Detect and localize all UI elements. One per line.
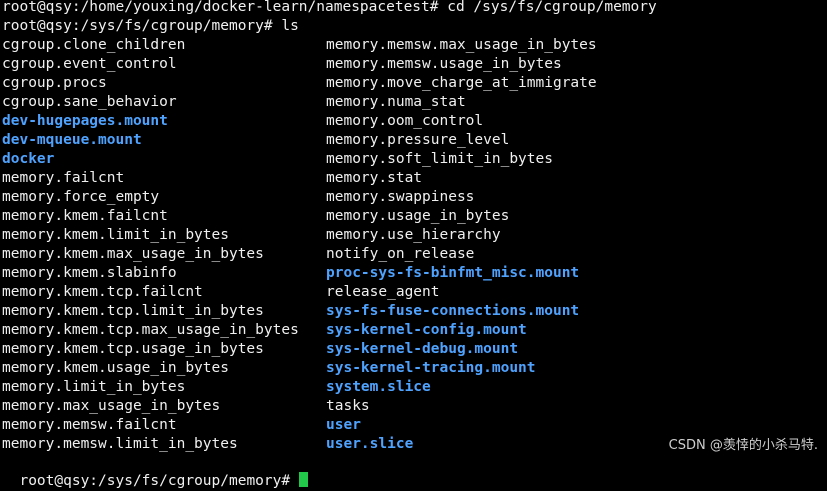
ls-entry-file: memory.memsw.limit_in_bytes [2,436,238,452]
command-line-cd: root@qsy:/home/youxing/docker-learn/name… [2,0,657,15]
ls-entry-file: cgroup.sane_behavior [2,94,177,110]
ls-listing: cgroup.clone_children memory.memsw.max_us… [2,36,827,454]
ls-entry-file: cgroup.clone_children [2,37,186,53]
ls-entry-file: memory.oom_control [326,113,484,129]
ls-entry-directory: docker [2,151,55,167]
ls-entry-directory: proc-sys-fs-binfmt_misc.mount [326,265,580,281]
ls-entry-directory: sys-kernel-config.mount [326,322,527,338]
terminal-output[interactable]: root@qsy:/home/youxing/docker-learn/name… [2,0,827,454]
ls-entry-file: memory.failcnt [2,170,125,186]
terminal-cursor [298,472,308,487]
ls-entry-file: notify_on_release [326,246,475,262]
ls-entry-directory: system.slice [326,379,431,395]
ls-entry-file: memory.kmem.usage_in_bytes [2,360,229,376]
ls-entry-file: release_agent [326,284,440,300]
csdn-watermark: CSDN @羡悻的小杀马特. [668,438,818,453]
command-line-ls: root@qsy:/sys/fs/cgroup/memory# ls [2,18,299,34]
ls-entry-file: cgroup.event_control [2,56,177,72]
ls-entry-directory: sys-fs-fuse-connections.mount [326,303,580,319]
current-prompt[interactable]: root@qsy:/sys/fs/cgroup/memory# [2,453,308,489]
ls-entry-file: memory.kmem.tcp.usage_in_bytes [2,341,264,357]
ls-entry-file: tasks [326,398,370,414]
ls-entry-file: memory.kmem.tcp.failcnt [2,284,203,300]
ls-entry-file: memory.stat [326,170,423,186]
ls-entry-file: memory.limit_in_bytes [2,379,186,395]
ls-entry-file: memory.kmem.tcp.limit_in_bytes [2,303,264,319]
ls-entry-file: memory.memsw.failcnt [2,417,177,433]
ls-entry-directory: dev-hugepages.mount [2,113,168,129]
ls-entry-directory: sys-kernel-debug.mount [326,341,519,357]
ls-entry-file: memory.swappiness [326,189,475,205]
ls-entry-file: memory.memsw.max_usage_in_bytes [326,37,597,53]
ls-entry-directory: dev-mqueue.mount [2,132,142,148]
ls-entry-file: cgroup.procs [2,75,107,91]
prompt-text: root@qsy:/sys/fs/cgroup/memory# [19,473,299,489]
ls-entry-file: memory.memsw.usage_in_bytes [326,56,562,72]
ls-entry-directory: user [326,417,361,433]
ls-entry-file: memory.max_usage_in_bytes [2,398,221,414]
ls-entry-file: memory.usage_in_bytes [326,208,510,224]
ls-entry-file: memory.numa_stat [326,94,466,110]
ls-entry-file: memory.kmem.max_usage_in_bytes [2,246,264,262]
ls-entry-file: memory.move_charge_at_immigrate [326,75,597,91]
ls-entry-file: memory.use_hierarchy [326,227,501,243]
ls-entry-file: memory.soft_limit_in_bytes [326,151,553,167]
ls-entry-file: memory.force_empty [2,189,160,205]
ls-entry-file: memory.kmem.limit_in_bytes [2,227,229,243]
ls-entry-file: memory.pressure_level [326,132,510,148]
ls-entry-file: memory.kmem.failcnt [2,208,168,224]
ls-entry-file: memory.kmem.slabinfo [2,265,177,281]
ls-entry-file: memory.kmem.tcp.max_usage_in_bytes [2,322,299,338]
ls-entry-directory: sys-kernel-tracing.mount [326,360,536,376]
